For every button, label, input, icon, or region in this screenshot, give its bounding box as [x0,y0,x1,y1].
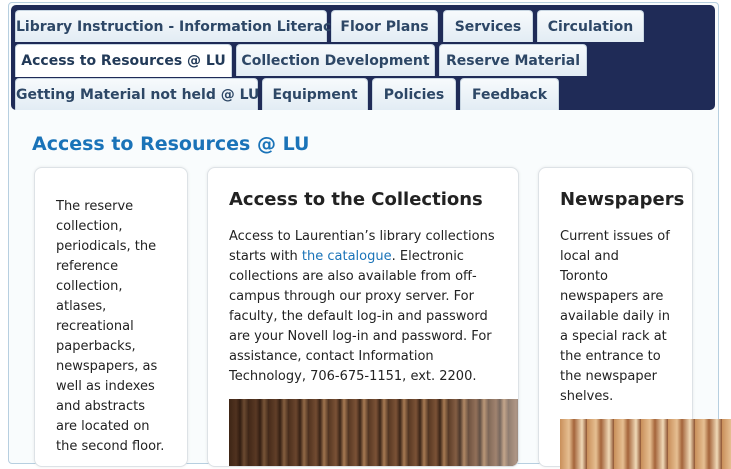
tab-circulation[interactable]: Circulation [537,10,644,42]
library-stacks-photo [229,399,518,466]
reserve-location-card: The reserve collection, periodicals, the… [34,167,188,467]
tab-policies[interactable]: Policies [372,78,456,110]
tab-getting-material[interactable]: Getting Material not held @ LU [15,78,259,110]
newspapers-card: Newspapers Current issues of local and T… [538,167,731,469]
tab-reserve-material[interactable]: Reserve Material [439,44,587,76]
newspapers-text: Current issues of local and Toronto news… [560,229,670,404]
page-title: Access to Resources @ LU [32,133,310,155]
collections-title: Access to the Collections [229,189,483,210]
tab-services[interactable]: Services [443,10,533,42]
tab-equipment[interactable]: Equipment [262,78,368,110]
tab-floor-plans[interactable]: Floor Plans [331,10,438,42]
tab-library-instruction[interactable]: Library Instruction - Information Litera… [15,10,340,42]
collections-card: Access to the Collections Access to Laur… [207,167,519,467]
reserve-location-text: The reserve collection, periodicals, the… [56,199,165,454]
collections-text: Access to Laurentian’s library collectio… [229,229,495,384]
newspaper-rack-photo [560,419,731,469]
newspapers-title: Newspapers [560,189,685,210]
tab-access-to-resources[interactable]: Access to Resources @ LU [15,44,232,77]
tab-collection-development[interactable]: Collection Development [236,44,435,76]
catalogue-link[interactable]: the catalogue [302,249,392,264]
tab-feedback[interactable]: Feedback [460,78,559,110]
